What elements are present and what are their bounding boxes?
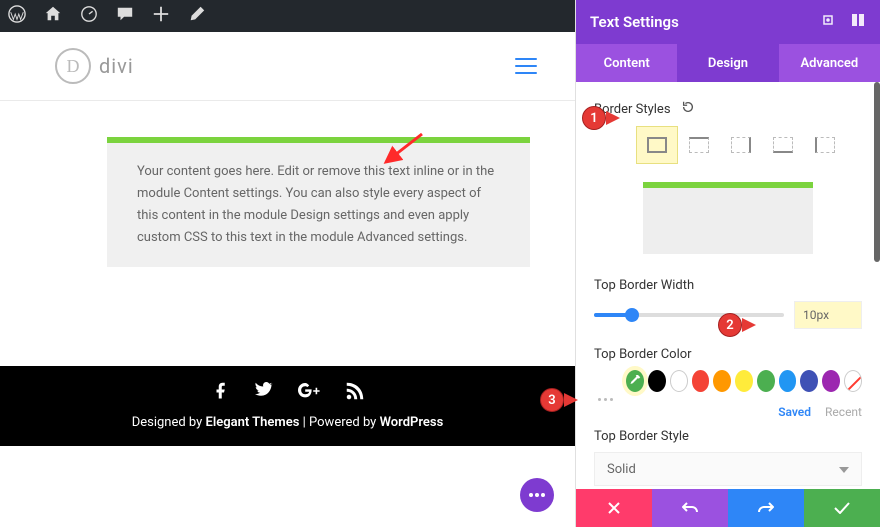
add-icon[interactable]: [152, 5, 170, 27]
swatch-yellow[interactable]: [735, 370, 753, 392]
footer-credit: Designed by Elegant Themes | Powered by …: [132, 415, 444, 430]
chevron-down-icon: [839, 462, 849, 477]
tab-content[interactable]: Content: [576, 44, 677, 82]
swatch-red[interactable]: [692, 370, 710, 392]
site-logo[interactable]: D divi: [55, 48, 134, 84]
dashboard-icon[interactable]: [80, 5, 98, 27]
color-swatches: [626, 370, 862, 392]
tab-design[interactable]: Design: [677, 44, 778, 82]
home-icon[interactable]: [44, 5, 62, 27]
panel-header: Text Settings: [576, 0, 880, 44]
swatch-black[interactable]: [648, 370, 666, 392]
border-style-right[interactable]: [720, 126, 762, 164]
callout-2: 2: [718, 313, 756, 337]
annotation-arrow: [380, 132, 430, 172]
top-border-style-label: Top Border Style: [594, 429, 689, 444]
reset-icon[interactable]: [681, 100, 695, 118]
top-border-width-label: Top Border Width: [594, 278, 694, 293]
wordpress-icon[interactable]: [8, 5, 26, 27]
swatch-orange[interactable]: [713, 370, 731, 392]
facebook-icon[interactable]: [212, 382, 230, 405]
redo-button[interactable]: [728, 489, 804, 527]
border-style-bottom[interactable]: [762, 126, 804, 164]
swatch-none[interactable]: [844, 370, 862, 392]
logo-mark: D: [55, 48, 91, 84]
save-button[interactable]: [804, 489, 880, 527]
border-width-value[interactable]: 10px: [794, 301, 862, 329]
logo-text: divi: [99, 54, 134, 78]
border-preview: [643, 182, 813, 254]
panel-scrollbar[interactable]: [874, 82, 880, 262]
border-style-dropdown[interactable]: Solid: [594, 452, 862, 486]
panel-title: Text Settings: [590, 13, 679, 31]
menu-icon[interactable]: [515, 58, 537, 74]
panel-tabs: Content Design Advanced: [576, 44, 880, 82]
googleplus-icon[interactable]: [298, 382, 322, 405]
swatch-indigo[interactable]: [800, 370, 818, 392]
divi-fab[interactable]: [520, 478, 554, 512]
border-style-all[interactable]: [636, 126, 678, 164]
top-border-color-label: Top Border Color: [594, 347, 692, 362]
more-colors-icon[interactable]: [598, 398, 862, 401]
border-style-left[interactable]: [804, 126, 846, 164]
site-footer: Designed by Elegant Themes | Powered by …: [0, 366, 575, 446]
panel-actions: [576, 489, 880, 527]
callout-1: 1: [582, 106, 620, 130]
comments-icon[interactable]: [116, 5, 134, 27]
swatch-blue[interactable]: [779, 370, 797, 392]
swatch-white[interactable]: [670, 370, 688, 392]
swatch-green[interactable]: [757, 370, 775, 392]
callout-3: 3: [540, 388, 578, 412]
expand-icon[interactable]: [806, 12, 836, 32]
swatch-purple[interactable]: [822, 370, 840, 392]
cancel-button[interactable]: [576, 489, 652, 527]
snap-icon[interactable]: [836, 12, 866, 32]
border-style-picker: [636, 126, 862, 164]
eyedropper-swatch[interactable]: [626, 370, 644, 392]
saved-colors-tab[interactable]: Saved: [778, 405, 811, 419]
undo-button[interactable]: [652, 489, 728, 527]
tab-advanced[interactable]: Advanced: [779, 44, 880, 82]
edit-icon[interactable]: [188, 5, 206, 27]
twitter-icon[interactable]: [254, 382, 274, 405]
text-module[interactable]: Your content goes here. Edit or remove t…: [107, 137, 530, 267]
border-style-top[interactable]: [678, 126, 720, 164]
page-preview: D divi Your content goes here. Edit or r…: [0, 32, 575, 527]
rss-icon[interactable]: [346, 382, 364, 405]
recent-colors-tab[interactable]: Recent: [825, 405, 862, 419]
settings-panel: Text Settings Content Design Advanced Bo…: [575, 0, 880, 527]
